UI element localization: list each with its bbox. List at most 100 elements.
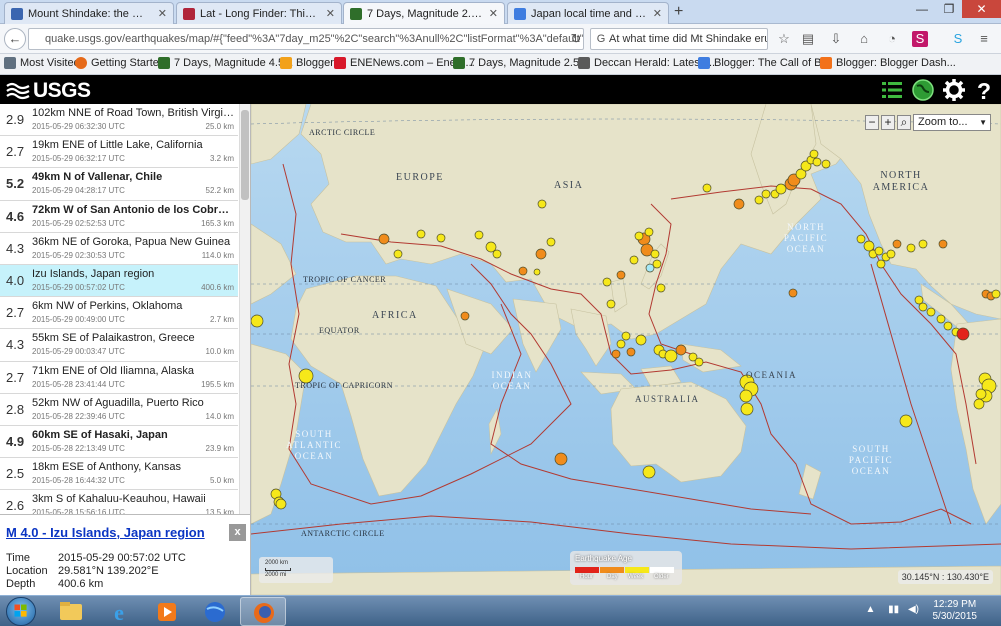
earthquake-marker[interactable] (733, 198, 745, 210)
earthquake-list-item[interactable]: 2.7 71km ENE of Old Iliamna, Alaska 2015-0… (0, 362, 238, 394)
earthquake-marker[interactable] (656, 283, 666, 293)
bookmark-blogger[interactable]: Blogger (280, 57, 334, 69)
earthquake-marker[interactable] (634, 231, 644, 241)
earthquake-marker[interactable] (611, 349, 621, 359)
earthquake-list-item[interactable]: 5.2 49km N of Vallenar, Chile 2015-05-29 0… (0, 168, 238, 201)
earthquake-marker[interactable] (821, 159, 831, 169)
home-icon[interactable]: ⌂ (856, 31, 872, 47)
list-view-icon[interactable] (880, 78, 904, 102)
earthquake-list-item[interactable]: 2.7 19km ENE of Little Lake, California 20… (0, 136, 238, 169)
earthquake-marker[interactable] (436, 233, 446, 243)
search-input[interactable]: At what time did Mt Shindake erup (590, 28, 768, 50)
earthquake-marker[interactable] (535, 248, 547, 260)
start-button[interactable] (6, 597, 36, 626)
earthquake-marker[interactable] (788, 288, 798, 298)
bookmark-usgs-45[interactable]: 7 Days, Magnitude 4.5... (158, 57, 293, 69)
earthquake-marker[interactable] (918, 302, 928, 312)
map-view-globe-icon[interactable] (911, 78, 935, 102)
earthquake-marker[interactable] (906, 243, 916, 253)
earthquake-list-item[interactable]: 4.3 55km SE of Palaikastron, Greece 2015-0… (0, 329, 238, 362)
earthquake-marker[interactable] (602, 277, 612, 287)
tray-expand-icon[interactable]: ▲ (865, 604, 875, 615)
earthquake-marker[interactable] (675, 344, 687, 356)
bookmark-blogger-dash[interactable]: Blogger: Blogger Dash... (820, 57, 956, 69)
earthquake-marker[interactable] (874, 246, 884, 256)
earthquake-list-item[interactable]: 2.9 102km NNE of Road Town, British Virgi… (0, 104, 238, 137)
earthquake-marker[interactable] (943, 321, 953, 331)
bookmark-star-icon[interactable]: ☆ (776, 31, 792, 47)
earthquake-marker[interactable] (856, 234, 866, 244)
earthquake-marker[interactable] (775, 183, 787, 195)
chat-icon[interactable]: ◔ (884, 31, 900, 47)
zoom-to-select[interactable]: Zoom to... ▼ (913, 114, 991, 131)
bookmark-deccan-herald[interactable]: Deccan Herald: Latest ... (578, 57, 715, 69)
downloads-icon[interactable]: ⇩ (828, 31, 844, 47)
earthquake-marker[interactable] (926, 307, 936, 317)
earthquake-marker[interactable] (518, 266, 528, 276)
earthquake-marker[interactable] (644, 227, 654, 237)
selected-earthquake-marker[interactable] (645, 263, 655, 273)
taskbar-clock[interactable]: 12:29 PM 5/30/2015 (933, 599, 978, 623)
tab-japan-time[interactable]: Japan local time and UTC -... ✕ (507, 2, 669, 24)
bookmark-blogger-call[interactable]: Blogger: The Call of B... (698, 57, 831, 69)
taskbar-google-earth-button[interactable] (192, 597, 238, 626)
earthquake-marker[interactable] (492, 249, 502, 259)
earthquake-marker[interactable] (876, 259, 886, 269)
minimize-button[interactable]: — (908, 0, 936, 18)
earthquake-list-item[interactable]: 4.3 36km NE of Goroka, Papua New Guinea 20… (0, 233, 238, 265)
skribble-icon[interactable]: S (912, 31, 928, 47)
taskbar-ie-button[interactable]: e (96, 597, 142, 626)
earthquake-marker[interactable] (626, 347, 636, 357)
earthquake-marker[interactable] (378, 233, 390, 245)
list-scrollbar-thumb[interactable] (241, 110, 249, 200)
earthquake-list-item[interactable]: 2.7 6km NW of Perkins, Oklahoma 2015-05-29… (0, 297, 238, 330)
skype-icon[interactable]: S (950, 31, 966, 47)
detail-close-button[interactable]: x (229, 524, 246, 541)
earthquake-marker[interactable] (761, 189, 771, 199)
earthquake-marker[interactable] (892, 239, 902, 249)
earthquake-marker[interactable] (973, 398, 985, 410)
bookmarks-list-icon[interactable]: ▤ (800, 31, 816, 47)
earthquake-marker[interactable] (554, 452, 568, 466)
taskbar-firefox-button[interactable] (240, 597, 286, 626)
settings-gear-icon[interactable] (942, 78, 966, 102)
network-icon[interactable]: ▮▮ (888, 604, 899, 615)
earthquake-marker[interactable] (936, 314, 946, 324)
earthquake-marker[interactable] (533, 268, 541, 276)
tab-close-icon[interactable]: ✕ (653, 7, 662, 20)
help-icon[interactable]: ? (972, 78, 996, 102)
earthquake-list-item[interactable]: 2.5 18km ESE of Anthony, Kansas 2015-05-28… (0, 458, 238, 491)
close-window-button[interactable]: ✕ (962, 0, 1001, 18)
back-button[interactable]: ← (4, 28, 26, 50)
system-tray[interactable]: ▲ ▮▮ ◀) (865, 604, 919, 615)
earthquake-marker[interactable] (863, 240, 875, 252)
tab-usgs-earthquakes[interactable]: 7 Days, Magnitude 2.5+ W... ✕ (343, 2, 505, 24)
taskbar-explorer-button[interactable] (48, 597, 94, 626)
earthquake-marker[interactable] (621, 331, 631, 341)
earthquake-marker[interactable] (918, 239, 928, 249)
earthquake-marker[interactable] (886, 249, 896, 259)
usgs-logo[interactable]: USGS (6, 79, 91, 103)
bookmark-getting-started[interactable]: Getting Started (75, 57, 165, 69)
earthquake-marker[interactable] (546, 237, 556, 247)
earthquake-marker[interactable] (606, 299, 616, 309)
zoom-in-button[interactable]: + (881, 115, 895, 130)
tab-close-icon[interactable]: ✕ (489, 7, 498, 20)
earthquake-marker[interactable] (975, 388, 987, 400)
earthquake-marker[interactable] (537, 199, 547, 209)
earthquake-list-item[interactable]: 2.8 52km NW of Aguadilla, Puerto Rico 2015… (0, 394, 238, 426)
earthquake-marker[interactable] (938, 239, 948, 249)
earthquake-marker[interactable] (812, 157, 822, 167)
volume-icon[interactable]: ◀) (908, 604, 919, 615)
earthquake-marker[interactable] (702, 183, 712, 193)
earthquake-marker[interactable] (809, 149, 819, 159)
bookmark-usgs-25[interactable]: 7 Days, Magnitude 2.5... (453, 57, 588, 69)
earthquake-marker[interactable] (694, 357, 704, 367)
earthquake-marker[interactable] (739, 389, 753, 403)
earthquake-marker[interactable] (899, 414, 913, 428)
earthquake-marker[interactable] (460, 311, 470, 321)
earthquake-marker[interactable] (650, 249, 660, 259)
maximize-button[interactable]: ❐ (936, 0, 962, 18)
earthquake-marker[interactable] (629, 255, 639, 265)
earthquake-map[interactable]: ARCTIC CIRCLE EUROPE ASIA NORTH AMERICA … (251, 104, 1001, 595)
